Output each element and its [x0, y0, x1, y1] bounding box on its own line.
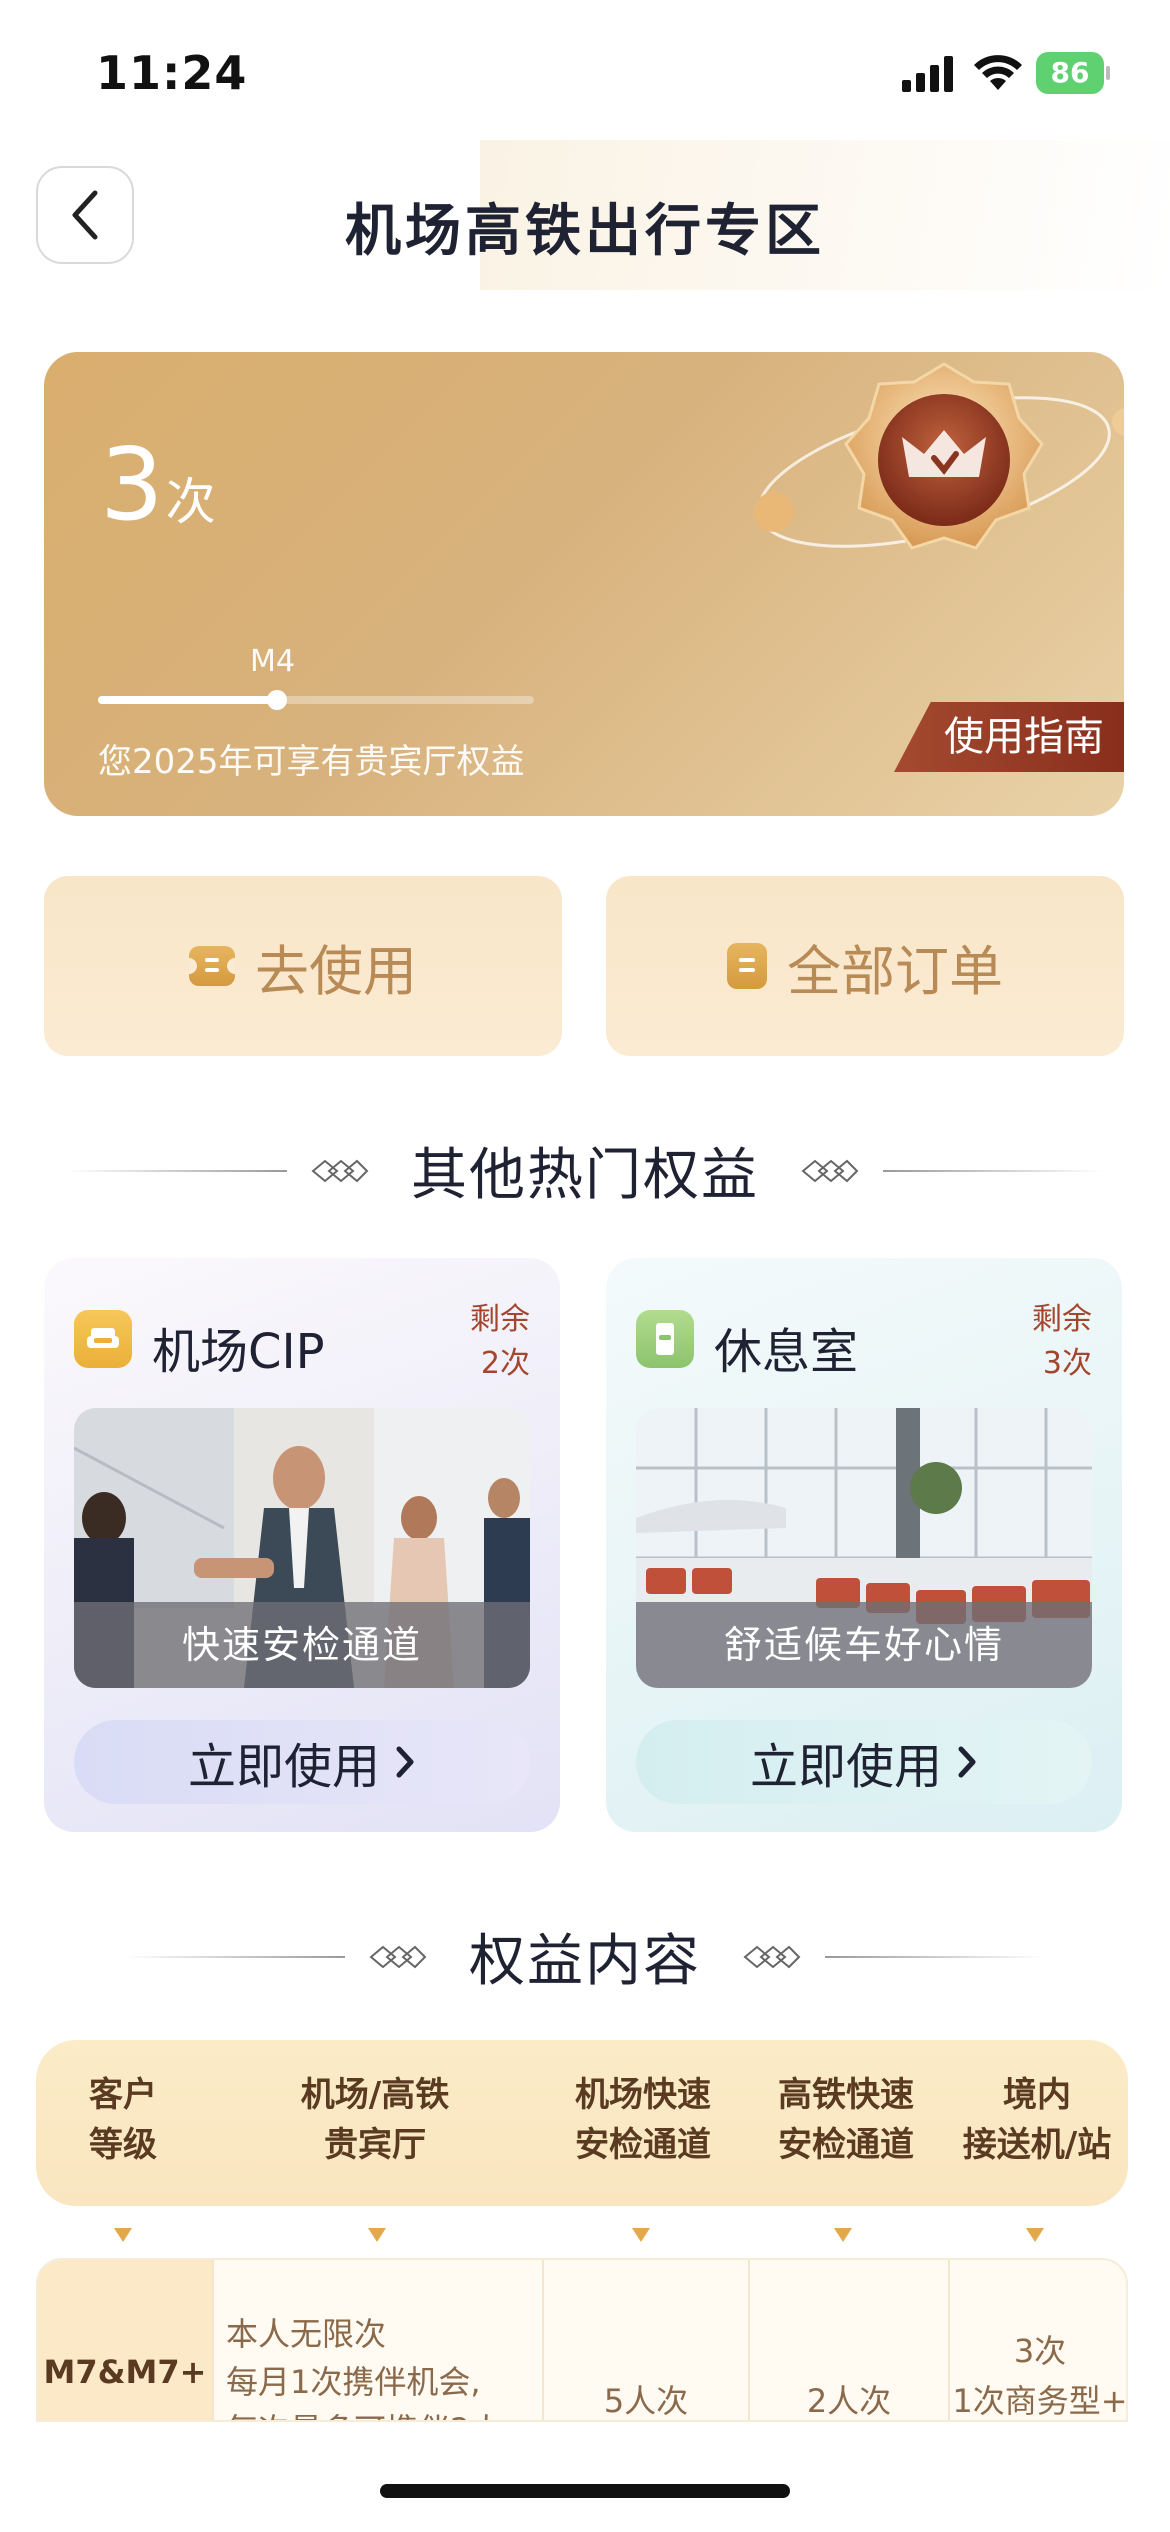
bottom-safe-area: [0, 2422, 1170, 2532]
remaining-label: 剩余: [470, 1302, 530, 1337]
table-row: M7&M7+ 本人无限次 每月1次携伴机会, 每次最多可携伴2人 5人次 2人次…: [36, 2258, 1128, 2422]
row-rail-security: 2人次: [748, 2260, 948, 2420]
use-now-button[interactable]: 立即使用: [74, 1720, 530, 1804]
wifi-icon: [974, 55, 1022, 90]
column-header-transfer: 境内 接送机/站: [962, 2075, 1112, 2165]
diamond-ornament-icon: [369, 1945, 427, 1968]
all-orders-button[interactable]: 全部订单: [606, 876, 1124, 1056]
column-header-rail-security: 高铁快速 安检通道: [778, 2075, 914, 2165]
row-airport-security: 5人次: [542, 2260, 748, 2420]
row-lounge: 本人无限次 每月1次携伴机会, 每次最多可携伴2人: [212, 2260, 542, 2420]
go-use-button[interactable]: 去使用: [44, 876, 562, 1056]
cellular-signal-icon: [902, 56, 953, 92]
benefit-caption: 舒适候车好心情: [636, 1602, 1092, 1688]
battery-level: 86: [1036, 52, 1104, 94]
all-orders-label: 全部订单: [787, 939, 1003, 1003]
use-now-label: 立即使用: [187, 1739, 380, 1795]
sort-down-icon: [834, 2228, 852, 2242]
divider-line: [883, 1169, 1103, 1172]
benefit-card-lounge[interactable]: 休息室 剩余 3次 舒适候车好心情 立即使用: [606, 1258, 1122, 1832]
section-benefit-content: 权益内容: [0, 1916, 1170, 1997]
benefit-table-header: 客户 等级 机场/高铁 贵宾厅 机场快速 安检通道 高铁快速 安检通道 境内 接送机/站: [36, 2040, 1128, 2206]
chevron-right-icon: [958, 1746, 976, 1778]
section-hot-title: 其他热门权益: [411, 1143, 759, 1208]
remaining-label: 剩余: [1032, 1302, 1092, 1337]
divider-line: [67, 1169, 287, 1172]
lounge-photo: 舒适候车好心情: [636, 1408, 1092, 1688]
sort-down-icon: [632, 2228, 650, 2242]
column-header-level: 客户 等级: [89, 2075, 157, 2165]
remaining-count: 剩余 3次: [1032, 1298, 1092, 1386]
hero-count-unit: 次: [165, 473, 216, 531]
hero-count-value: 3: [100, 426, 164, 543]
row-transfer: 3次 1次商务型+: [948, 2260, 1126, 2420]
hero-count: 3次: [100, 426, 216, 543]
use-now-button[interactable]: 立即使用: [636, 1720, 1092, 1804]
level-progress-marker: [266, 690, 287, 710]
diamond-ornament-icon: [743, 1945, 801, 1968]
diamond-ornament-icon: [311, 1159, 369, 1182]
diamond-ornament-icon: [801, 1159, 859, 1182]
level-progress-fill: [98, 696, 277, 704]
home-indicator[interactable]: [380, 2484, 790, 2498]
sort-down-icon: [368, 2228, 386, 2242]
column-header-lounge: 机场/高铁 贵宾厅: [300, 2075, 450, 2165]
cip-photo: 快速安检通道: [74, 1408, 530, 1688]
status-time: 11:24: [96, 46, 248, 100]
divider-line: [825, 1955, 1045, 1958]
column-header-airport-security: 机场快速 安检通道: [575, 2075, 711, 2165]
go-use-label: 去使用: [255, 939, 417, 1003]
door-icon: [636, 1310, 694, 1368]
chevron-right-icon: [396, 1746, 414, 1778]
sort-down-icon: [1026, 2228, 1044, 2242]
benefit-name: 休息室: [714, 1324, 859, 1380]
benefit-name: 机场CIP: [152, 1324, 325, 1380]
remaining-value: 2次: [480, 1346, 530, 1381]
level-label: M4: [250, 644, 295, 679]
crown-medal-icon: [754, 362, 1124, 550]
hero-description: 您2025年可享有贵宾厅权益: [98, 742, 525, 782]
remaining-value: 3次: [1042, 1346, 1092, 1381]
status-bar: 11:24 86: [0, 0, 1170, 140]
level-progress-bar: [98, 690, 534, 710]
sofa-icon: [74, 1310, 132, 1368]
benefit-card-cip[interactable]: 机场CIP 剩余 2次 快速安检通道 立即使用: [44, 1258, 560, 1832]
usage-guide-button[interactable]: 使用指南: [894, 702, 1124, 772]
benefit-caption: 快速安检通道: [74, 1602, 530, 1688]
battery-icon: 86: [1036, 52, 1110, 94]
order-icon: [727, 943, 767, 989]
sort-down-icon: [114, 2228, 132, 2242]
page-title: 机场高铁出行专区: [345, 199, 825, 264]
ticket-icon: [189, 946, 235, 986]
remaining-count: 剩余 2次: [470, 1298, 530, 1386]
use-now-label: 立即使用: [749, 1739, 942, 1795]
row-level: M7&M7+: [38, 2260, 212, 2420]
section-content-title: 权益内容: [469, 1929, 701, 1994]
divider-line: [125, 1955, 345, 1958]
hero-card: 3次 M4 您2025年可享有贵宾厅权益 使用指南: [44, 352, 1124, 816]
section-hot-benefits: 其他热门权益: [0, 1130, 1170, 1211]
